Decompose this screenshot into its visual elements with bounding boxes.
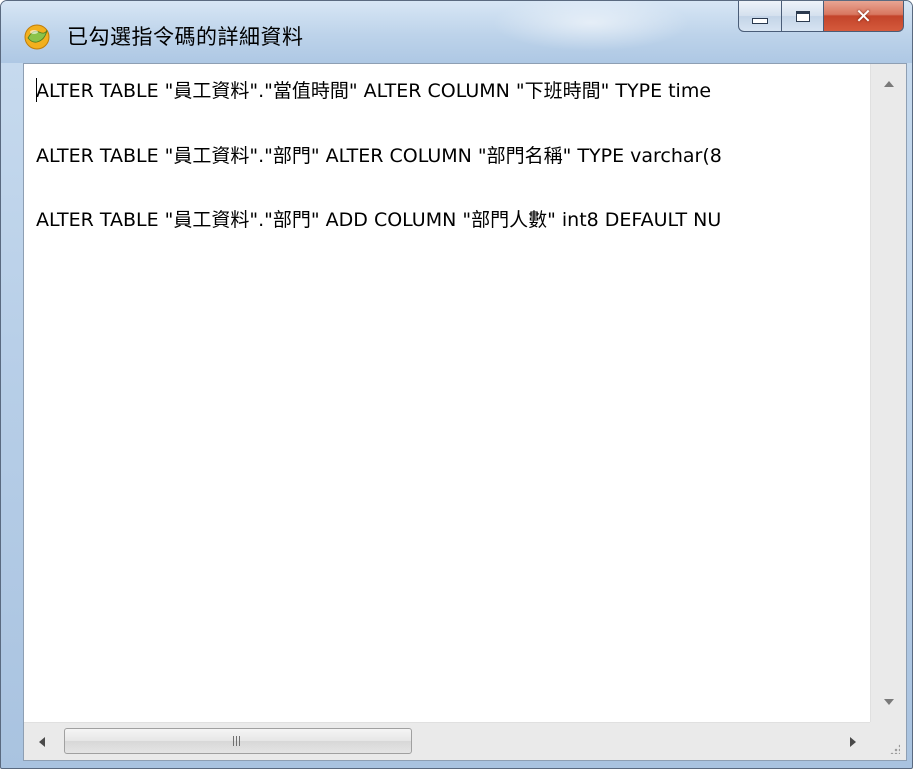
scroll-left-button[interactable]	[24, 723, 60, 760]
grip-icon	[233, 736, 243, 746]
triangle-right-icon	[850, 736, 856, 747]
script-line: ALTER TABLE "員工資料"."當值時間" ALTER COLUMN "…	[36, 80, 712, 102]
minimize-icon	[752, 18, 768, 24]
scroll-down-button[interactable]	[871, 682, 907, 722]
close-icon: ✕	[855, 4, 872, 28]
triangle-down-icon	[884, 699, 894, 705]
script-line: ALTER TABLE "員工資料"."部門" ALTER COLUMN "部門…	[36, 145, 722, 167]
text-area[interactable]: ALTER TABLE "員工資料"."當值時間" ALTER COLUMN "…	[24, 64, 871, 722]
minimize-button[interactable]	[738, 1, 782, 32]
triangle-up-icon	[884, 81, 894, 87]
caption-buttons: ✕	[738, 1, 904, 35]
horizontal-scroll-thumb[interactable]	[64, 728, 412, 754]
window-title: 已勾選指令碼的詳細資料	[67, 25, 304, 49]
scroll-up-button[interactable]	[871, 64, 907, 104]
resize-grip[interactable]	[870, 722, 906, 760]
horizontal-scrollbar[interactable]	[24, 722, 871, 760]
script-line: ALTER TABLE "員工資料"."部門" ADD COLUMN "部門人數…	[36, 209, 722, 231]
scroll-right-button[interactable]	[835, 723, 871, 760]
close-button[interactable]: ✕	[824, 1, 904, 32]
title-bar[interactable]: 已勾選指令碼的詳細資料 ✕	[1, 1, 912, 63]
script-text-box[interactable]: ALTER TABLE "員工資料"."當值時間" ALTER COLUMN "…	[23, 63, 907, 761]
navicat-icon	[24, 24, 50, 50]
triangle-left-icon	[39, 736, 45, 747]
script-details-window: 已勾選指令碼的詳細資料 ✕ ALTER TABLE "員工資料"."當值時間" …	[0, 0, 913, 769]
maximize-button[interactable]	[782, 1, 824, 32]
maximize-icon	[795, 10, 810, 22]
vertical-scrollbar[interactable]	[870, 64, 906, 722]
